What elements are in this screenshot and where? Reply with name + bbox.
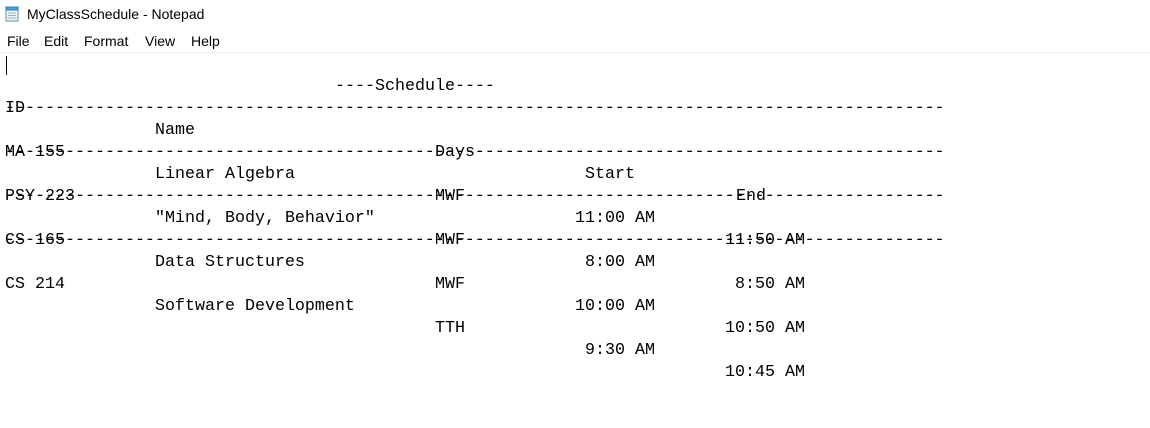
separator-line: ----------------------------------------…	[5, 231, 945, 250]
row-days: TTH	[435, 319, 465, 338]
menu-view[interactable]: View	[144, 33, 176, 49]
text-editor[interactable]: ----Schedule---- ID Name Days Start End …	[0, 53, 1150, 428]
row-end: 10:50 AM	[725, 319, 805, 338]
window-title: MyClassSchedule - Notepad	[27, 6, 205, 22]
notepad-window: MyClassSchedule - Notepad File Edit Form…	[0, 0, 1150, 428]
menu-file[interactable]: File	[6, 33, 31, 49]
table-row: CS 165 Data Structures MWF 10:00 AM 10:5…	[5, 208, 1145, 338]
table-row: CS 214 Software Development TTH 9:30 AM …	[5, 252, 1145, 382]
row-start: 9:30 AM	[585, 341, 655, 360]
row-end: 8:50 AM	[735, 275, 805, 294]
separator-line: ----------------------------------------…	[5, 99, 945, 118]
table-row: PSY 223 "Mind, Body, Behavior" MWF 8:00 …	[5, 164, 1145, 294]
title-bar: MyClassSchedule - Notepad	[0, 0, 1150, 30]
menu-edit[interactable]: Edit	[43, 33, 69, 49]
separator-line: ----------------------------------------…	[5, 143, 945, 162]
notepad-icon	[5, 6, 20, 22]
row-days: MWF	[435, 275, 465, 294]
row-start: 10:00 AM	[575, 297, 655, 316]
row-name: Software Development	[155, 297, 355, 316]
table-row: MA 155 Linear Algebra MWF 11:00 AM 11:50…	[5, 120, 1145, 250]
menu-bar: File Edit Format View Help	[0, 31, 1150, 52]
menu-help[interactable]: Help	[190, 33, 221, 49]
heading-line: ----Schedule----	[5, 54, 1145, 96]
separator-line: ----------------------------------------…	[5, 187, 945, 206]
header-row: ID Name Days Start End	[5, 76, 1145, 206]
menu-format[interactable]: Format	[83, 33, 129, 49]
row-end: 10:45 AM	[725, 363, 805, 382]
row-id: CS 214	[5, 275, 65, 294]
